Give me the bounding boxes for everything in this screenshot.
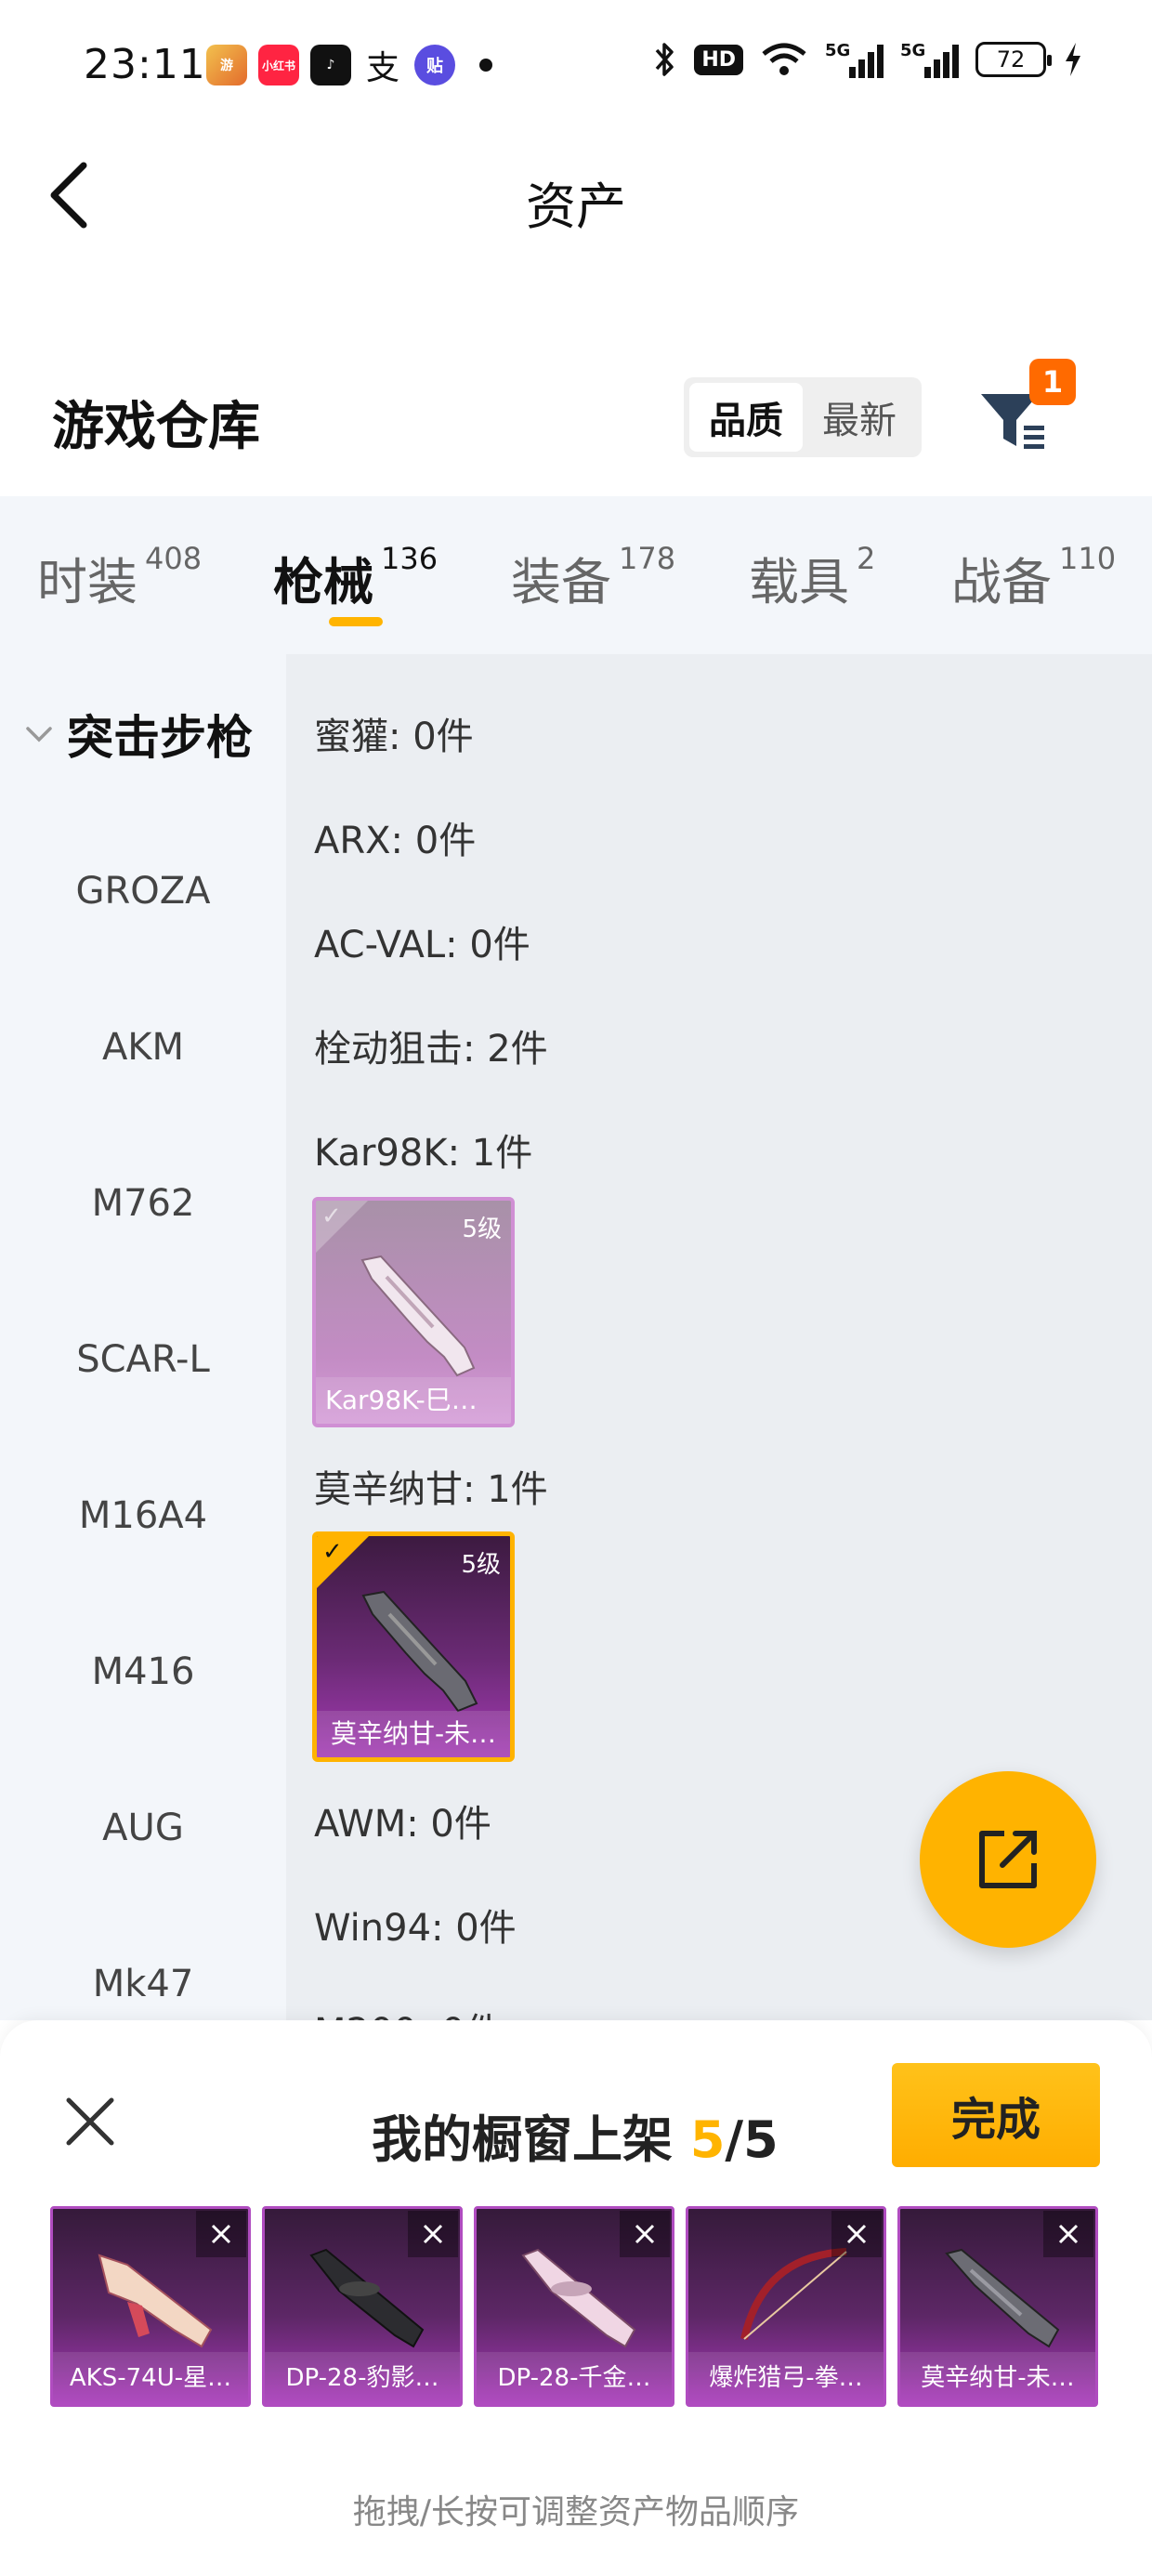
sheet-title: 我的橱窗上架 5/5 xyxy=(372,2110,779,2169)
category-title: 突击步枪 xyxy=(67,711,253,765)
shelf-item[interactable]: AKS-74U-星… xyxy=(50,2206,251,2407)
signal-5g-icon: 5G xyxy=(825,41,884,78)
shelf-item[interactable]: DP-28-豹影… xyxy=(262,2206,463,2407)
weapon-row-label: Win94: 0件 xyxy=(314,1907,517,1950)
system-icons: HD 5G 5G 72 xyxy=(653,41,1083,78)
shelf-item[interactable]: 莫辛纳甘-未… xyxy=(897,2206,1098,2407)
weapon-row-label: M200: 0件 xyxy=(314,2002,503,2020)
battery-icon: 72 xyxy=(975,42,1052,77)
showcase-sheet: 我的橱窗上架 5/5 完成 AKS-74U-星… DP-28-豹影… DP-28… xyxy=(0,2020,1152,2576)
showcase-total: /5 xyxy=(725,2110,779,2169)
gun-item-akm[interactable]: AKM xyxy=(0,1026,286,1069)
share-fab-button[interactable] xyxy=(920,1771,1096,1948)
card-name: Kar98K-巳巳… xyxy=(316,1377,511,1424)
signal-5g-2-icon: 5G xyxy=(900,41,959,78)
tab-supplies[interactable]: 战备 110 xyxy=(951,541,1116,614)
weapon-row-label: ARX: 0件 xyxy=(314,820,477,862)
tieba-icon: 贴 xyxy=(414,45,455,85)
nav-header: 资产 xyxy=(0,139,1152,251)
gun-item-m416[interactable]: M416 xyxy=(0,1650,286,1693)
card-name: 莫辛纳甘-未… xyxy=(317,1711,510,1757)
shelf-item-name: DP-28-千金… xyxy=(477,2352,672,2404)
tiktok-icon: ♪ xyxy=(310,45,351,85)
showcase-count: 5 xyxy=(689,2110,726,2169)
tab-equipment[interactable]: 装备 178 xyxy=(511,541,675,614)
remove-item-button[interactable] xyxy=(1043,2211,1093,2257)
warehouse-title: 游戏仓库 xyxy=(52,397,260,457)
page-title: 资产 xyxy=(526,177,626,236)
alipay-icon: 支 xyxy=(365,49,399,87)
weapon-row-label: AC-VAL: 0件 xyxy=(314,924,530,966)
status-time: 23:11 xyxy=(84,41,206,88)
more-notifications-dot-icon xyxy=(479,59,492,72)
shelf-item-name: 爆炸猎弓-拳… xyxy=(688,2352,884,2404)
sheet-hint: 拖拽/长按可调整资产物品顺序 xyxy=(352,2493,800,2531)
card-level: 5级 xyxy=(461,1551,501,1579)
tab-fashion[interactable]: 时装 408 xyxy=(37,541,202,614)
sort-quality-option[interactable]: 品质 xyxy=(689,383,803,452)
close-icon xyxy=(1058,2224,1079,2244)
hd-voice-icon: HD xyxy=(694,44,743,75)
share-external-icon xyxy=(979,1831,1037,1888)
filter-count-badge: 1 xyxy=(1029,359,1076,405)
rifle-skin-icon xyxy=(360,1255,476,1377)
close-icon xyxy=(635,2224,655,2244)
status-bar: 23:11 游 小红书 ♪ 支 贴 HD 5G 5G 72 xyxy=(0,0,1152,139)
shelf-item-name: 莫辛纳甘-未… xyxy=(900,2352,1095,2404)
shelf-item-name: DP-28-豹影… xyxy=(265,2352,460,2404)
gun-item-groza[interactable]: GROZA xyxy=(0,870,286,913)
gun-item-m762[interactable]: M762 xyxy=(0,1182,286,1225)
shelf-item-name: AKS-74U-星… xyxy=(53,2352,248,2404)
tab-vehicles[interactable]: 载具 2 xyxy=(749,541,875,614)
shelf-item[interactable]: DP-28-千金… xyxy=(474,2206,674,2407)
gun-item-m16a4[interactable]: M16A4 xyxy=(0,1494,286,1537)
remove-item-button[interactable] xyxy=(196,2211,246,2257)
wifi-icon xyxy=(762,43,806,75)
remove-item-button[interactable] xyxy=(620,2211,670,2257)
weapon-row-label: 莫辛纳甘: 1件 xyxy=(314,1468,548,1511)
weapon-category-list: 突击步枪 GROZA AKM M762 SCAR-L M16A4 M416 AU… xyxy=(0,654,286,2020)
chevron-down-icon xyxy=(20,716,58,753)
close-sheet-button[interactable] xyxy=(58,2089,123,2154)
gun-item-aug[interactable]: AUG xyxy=(0,1807,286,1849)
weapon-row-label: 栓动狙击: 2件 xyxy=(314,1028,548,1071)
bluetooth-icon xyxy=(656,43,674,76)
category-header[interactable]: 突击步枪 xyxy=(20,701,253,768)
shelf-item[interactable]: 爆炸猎弓-拳… xyxy=(686,2206,886,2407)
close-icon xyxy=(846,2224,867,2244)
charging-icon xyxy=(1066,43,1080,76)
gun-item-scar-l[interactable]: SCAR-L xyxy=(0,1338,286,1381)
card-level: 5级 xyxy=(462,1216,502,1243)
close-icon xyxy=(423,2224,443,2244)
notification-icons: 游 小红书 ♪ 支 贴 xyxy=(206,45,492,87)
close-icon xyxy=(211,2224,231,2244)
weapon-row-label: Kar98K: 1件 xyxy=(314,1132,533,1175)
sort-newest-option[interactable]: 最新 xyxy=(803,383,916,452)
done-button[interactable]: 完成 xyxy=(892,2063,1100,2167)
weapon-row-label: AWM: 0件 xyxy=(314,1803,491,1846)
sort-toggle: 品质 最新 xyxy=(684,377,922,457)
item-card-mosin[interactable]: ✓ 5级 莫辛纳甘-未… xyxy=(312,1531,515,1762)
weapon-row-label: 蜜獾: 0件 xyxy=(314,716,474,758)
rifle-skin-icon xyxy=(361,1590,478,1713)
remove-item-button[interactable] xyxy=(408,2211,458,2257)
gun-item-mk47[interactable]: Mk47 xyxy=(0,1963,286,2005)
active-tab-indicator xyxy=(329,617,383,626)
game-app-icon: 游 xyxy=(206,45,247,85)
close-icon xyxy=(66,2097,114,2146)
item-card-kar98k[interactable]: ✓ 5级 Kar98K-巳巳… xyxy=(312,1197,515,1427)
xiaohongshu-icon: 小红书 xyxy=(258,45,299,85)
remove-item-button[interactable] xyxy=(831,2211,882,2257)
category-tabs: 时装 408 枪械 136 装备 178 载具 2 战备 110 xyxy=(0,496,1152,654)
showcase-shelf: AKS-74U-星… DP-28-豹影… DP-28-千金… 爆炸猎弓-拳… 莫… xyxy=(50,2206,1098,2407)
tab-firearms[interactable]: 枪械 136 xyxy=(273,541,438,614)
